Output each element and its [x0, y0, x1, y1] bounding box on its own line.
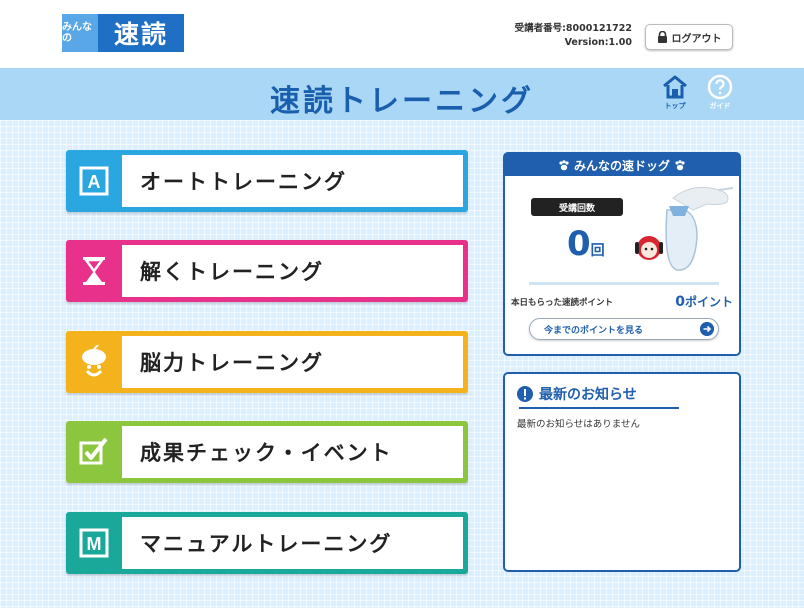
- auto-training-button[interactable]: A オートトレーニング: [66, 150, 468, 212]
- news-card: 最新のお知らせ 最新のお知らせはありません: [503, 372, 741, 572]
- attendance-badge: 受講回数: [531, 198, 623, 216]
- logout-button[interactable]: ログアウト: [645, 24, 733, 50]
- top-bar: みんなの 速読 受講者番号:8000121722 Version:1.00 ログ…: [0, 0, 804, 68]
- auto-icon-letter: A: [88, 172, 101, 192]
- brain-training-button[interactable]: 脳力トレーニング: [66, 331, 468, 393]
- view-points-button[interactable]: 今までのポイントを見る: [529, 318, 719, 340]
- info-exclamation-icon: [517, 386, 533, 402]
- title-band: 速読トレーニング トップ ガイド: [0, 68, 804, 120]
- logo-main-text: 速読: [113, 20, 168, 49]
- view-points-label: 今までのポイントを見る: [544, 325, 644, 336]
- paw-icon: [675, 159, 685, 170]
- speed-dog-title: みんなの速ドッグ: [573, 158, 670, 173]
- today-points-label: 本日もらった速読ポイント: [511, 298, 614, 308]
- attendance-count-value: 0: [567, 224, 591, 264]
- top-label: トップ: [664, 102, 686, 110]
- version-text: Version:1.00: [564, 37, 632, 48]
- guide-button[interactable]: ガイド: [702, 74, 738, 116]
- result-check-label: 成果チェック・イベント: [122, 426, 463, 478]
- user-info: 受講者番号:8000121722 Version:1.00: [515, 22, 632, 50]
- attendance-count-unit: 回: [590, 243, 605, 259]
- today-points-unit: ポイント: [684, 295, 733, 309]
- news-body: 最新のお知らせはありません: [517, 419, 641, 430]
- paw-icon: [559, 159, 569, 170]
- logo-mini-text: みんなの: [62, 14, 98, 52]
- divider: [529, 282, 719, 285]
- user-id: 受講者番号:8000121722: [514, 23, 632, 34]
- result-check-button[interactable]: 成果チェック・イベント: [66, 421, 468, 483]
- brain-training-label: 脳力トレーニング: [122, 336, 463, 388]
- manual-training-label: マニュアルトレーニング: [122, 517, 463, 569]
- top-button[interactable]: トップ: [657, 74, 693, 116]
- manual-training-button[interactable]: M マニュアルトレーニング: [66, 512, 468, 574]
- guide-label: ガイド: [709, 102, 731, 110]
- stork-baby-illustration: [635, 186, 734, 271]
- news-header: 最新のお知らせ: [517, 384, 637, 404]
- manual-icon-letter: M: [87, 534, 102, 554]
- arrow-right-icon: [700, 322, 714, 336]
- attendance-count: 0回: [567, 224, 605, 271]
- help-icon: [707, 74, 733, 100]
- hourglass-icon: [83, 257, 105, 285]
- app-logo[interactable]: みんなの 速読: [62, 14, 184, 52]
- letter-a-icon: A: [79, 166, 109, 196]
- today-points-value: 0: [675, 294, 685, 310]
- letter-m-icon: M: [79, 528, 109, 558]
- speed-dog-header: みんなの速ドッグ: [505, 154, 739, 176]
- today-points: 0ポイント: [675, 293, 733, 310]
- lock-icon: [657, 31, 667, 43]
- news-title: 最新のお知らせ: [539, 387, 637, 403]
- news-divider: [519, 407, 679, 409]
- checkbox-icon: [79, 437, 108, 465]
- logout-label: ログアウト: [671, 33, 722, 45]
- home-icon: [663, 75, 687, 99]
- solve-training-button[interactable]: 解くトレーニング: [66, 240, 468, 302]
- auto-training-label: オートトレーニング: [122, 155, 463, 207]
- speed-dog-card: みんなの速ドッグ 受講回数 0回 本日もらった速読ポイント 0ポイント 今までの…: [503, 152, 741, 356]
- solve-training-label: 解くトレーニング: [122, 245, 463, 297]
- brain-head-icon: [82, 345, 106, 377]
